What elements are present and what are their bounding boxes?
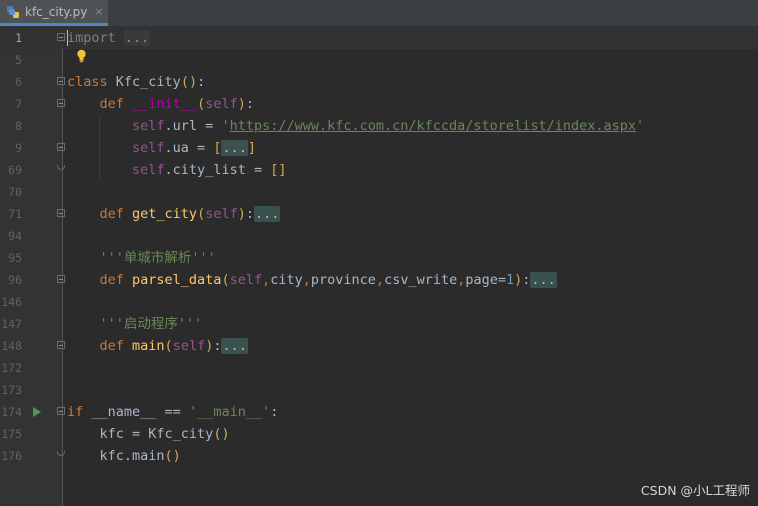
- fold-toggle-icon[interactable]: [57, 143, 65, 151]
- fold-toggle-icon[interactable]: [57, 275, 65, 283]
- line-number: 94: [8, 229, 22, 243]
- code-line[interactable]: 94: [0, 225, 758, 247]
- code-text: self.ua = [...]: [132, 140, 256, 156]
- line-number: 146: [1, 295, 22, 309]
- line-number: 147: [1, 317, 22, 331]
- code-text: def parsel_data(self,city,province,csv_w…: [99, 272, 557, 288]
- fold-toggle-icon[interactable]: [57, 407, 65, 415]
- fold-end-icon[interactable]: [57, 165, 65, 173]
- code-line[interactable]: 174 if __name__ == '__main__':: [0, 401, 758, 423]
- code-line[interactable]: 147 '''启动程序''': [0, 313, 758, 335]
- line-number: 96: [8, 273, 22, 287]
- code-text: def main(self):...: [99, 338, 248, 354]
- code-line[interactable]: 6 class Kfc_city():: [0, 71, 758, 93]
- code-text: def __init__(self):: [99, 96, 254, 112]
- line-number: 7: [15, 97, 22, 111]
- code-text: kfc = Kfc_city(): [99, 426, 230, 442]
- fold-toggle-icon[interactable]: [57, 77, 65, 85]
- line-number: 70: [8, 185, 22, 199]
- tab-kfc-city[interactable]: kfc_city.py ×: [0, 0, 108, 26]
- line-number: 95: [8, 251, 22, 265]
- line-number: 148: [1, 339, 22, 353]
- code-line[interactable]: 173: [0, 379, 758, 401]
- line-number: 69: [8, 163, 22, 177]
- code-text: def get_city(self):...: [99, 206, 281, 222]
- code-line[interactable]: 1 import ...: [0, 27, 758, 49]
- line-number: 71: [8, 207, 22, 221]
- code-text: '''启动程序''': [99, 316, 203, 332]
- code-line[interactable]: 69 self.city_list = []: [0, 159, 758, 181]
- code-line[interactable]: 8 self.url = 'https://www.kfc.com.cn/kfc…: [0, 115, 758, 137]
- indent-guide: [99, 115, 100, 181]
- code-line[interactable]: 176 kfc.main(): [0, 445, 758, 467]
- code-line[interactable]: 148 def main(self):...: [0, 335, 758, 357]
- line-number: 174: [1, 405, 22, 419]
- code-line[interactable]: 96 def parsel_data(self,city,province,cs…: [0, 269, 758, 291]
- fold-toggle-icon[interactable]: [57, 341, 65, 349]
- code-text: if __name__ == '__main__':: [67, 404, 279, 420]
- line-number: 1: [15, 31, 22, 45]
- fold-toggle-icon[interactable]: [57, 209, 65, 217]
- tab-filename: kfc_city.py: [25, 4, 88, 19]
- line-number: 8: [15, 119, 22, 133]
- code-line[interactable]: 71 def get_city(self):...: [0, 203, 758, 225]
- line-number: 176: [1, 449, 22, 463]
- code-text: class Kfc_city():: [67, 74, 206, 90]
- python-file-icon: [7, 5, 19, 18]
- watermark: CSDN @小L工程师: [640, 483, 750, 498]
- fold-toggle-icon[interactable]: [57, 33, 65, 41]
- code-line[interactable]: 172: [0, 357, 758, 379]
- code-line[interactable]: 95 '''单城市解析''': [0, 247, 758, 269]
- fold-toggle-icon[interactable]: [57, 99, 65, 107]
- code-line[interactable]: 9 self.ua = [...]: [0, 137, 758, 159]
- line-number: 172: [1, 361, 22, 375]
- code-text: self.url = 'https://www.kfc.com.cn/kfccd…: [132, 118, 645, 134]
- line-number: 175: [1, 427, 22, 441]
- code-line[interactable]: 7 def __init__(self):: [0, 93, 758, 115]
- line-number: 6: [15, 75, 22, 89]
- code-text: import ...: [67, 30, 151, 46]
- line-number: 9: [15, 141, 22, 155]
- line-number: 173: [1, 383, 22, 397]
- code-line[interactable]: 175 kfc = Kfc_city(): [0, 423, 758, 445]
- editor-tab-bar: kfc_city.py ×: [0, 0, 758, 27]
- code-line[interactable]: 5: [0, 49, 758, 71]
- code-text: kfc.main(): [99, 448, 181, 464]
- run-icon[interactable]: [33, 407, 41, 417]
- code-line[interactable]: 70: [0, 181, 758, 203]
- line-number: 5: [15, 53, 22, 67]
- code-line[interactable]: 146: [0, 291, 758, 313]
- code-text: '''单城市解析''': [99, 250, 216, 266]
- text-caret: [67, 30, 68, 46]
- fold-end-icon[interactable]: [57, 451, 65, 459]
- close-icon[interactable]: ×: [94, 5, 103, 18]
- lightbulb-icon[interactable]: [76, 49, 87, 63]
